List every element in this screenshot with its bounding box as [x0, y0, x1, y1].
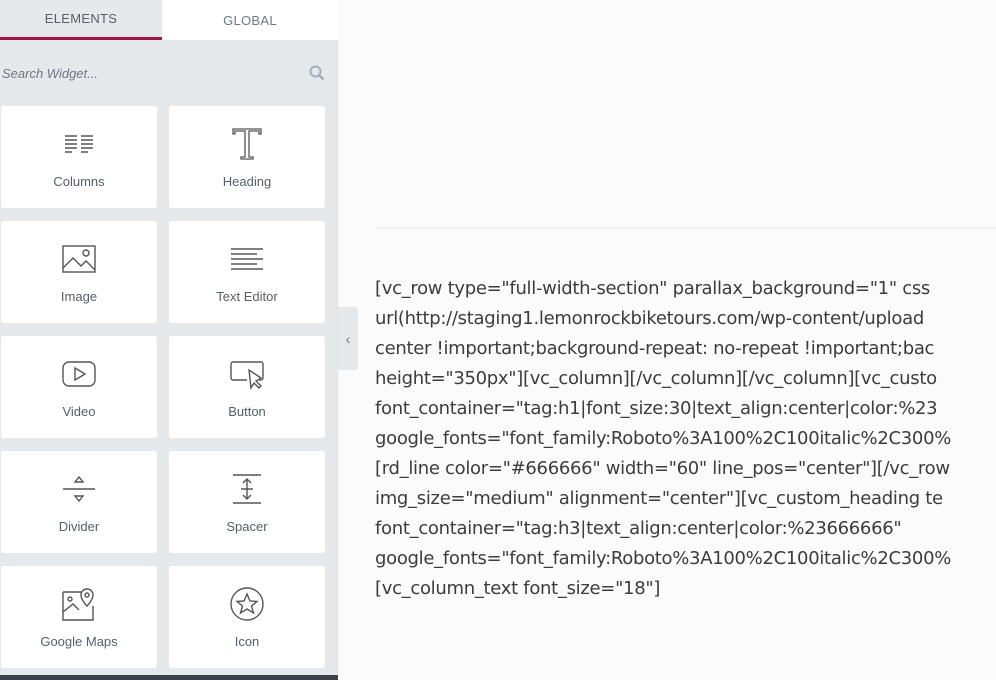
- widget-panel: ELEMENTS GLOBAL Columns Heading Image Te…: [0, 0, 338, 680]
- editor-canvas: [vc_row type="full-width-section" parall…: [359, 0, 996, 680]
- google-maps-icon: [62, 587, 94, 621]
- search-input[interactable]: [2, 65, 292, 81]
- code-line: [rd_line color="#666666" width="60" line…: [375, 458, 950, 479]
- code-line: google_fonts="font_family:Roboto%3A100%2…: [375, 548, 952, 569]
- image-icon: [62, 244, 96, 273]
- star-icon: [230, 586, 264, 621]
- tab-elements[interactable]: ELEMENTS: [0, 0, 162, 40]
- shortcode-text-block[interactable]: [vc_row type="full-width-section" parall…: [375, 274, 996, 604]
- widget-label: Image: [60, 288, 98, 304]
- widget-label: Text Editor: [216, 288, 278, 304]
- widget-heading[interactable]: Heading: [169, 106, 325, 208]
- text-editor-icon: [231, 247, 263, 270]
- widget-video[interactable]: Video: [1, 336, 157, 438]
- collapse-panel-button[interactable]: ‹: [338, 307, 358, 370]
- code-line: font_container="tag:h3|text_align:center…: [375, 518, 902, 539]
- code-line: height="350px"][vc_column][/vc_column][/…: [375, 368, 937, 389]
- widget-label: Columns: [53, 173, 105, 189]
- code-line: [vc_column_text font_size="18"]: [375, 578, 661, 599]
- code-line: font_container="tag:h1|font_size:30|text…: [375, 398, 938, 419]
- widget-spacer[interactable]: Spacer: [169, 451, 325, 553]
- widget-image[interactable]: Image: [1, 221, 157, 323]
- widget-label: Google Maps: [40, 633, 118, 649]
- widget-columns[interactable]: Columns: [1, 106, 157, 208]
- widget-label: Heading: [222, 173, 272, 189]
- code-line: img_size="medium" alignment="center"][vc…: [375, 488, 943, 509]
- widget-google-maps[interactable]: Google Maps: [1, 566, 157, 668]
- widget-label: Spacer: [226, 518, 268, 534]
- code-line: [vc_row type="full-width-section" parall…: [375, 278, 930, 299]
- search-icon[interactable]: [309, 65, 325, 81]
- columns-icon: [65, 134, 93, 153]
- code-line: center !important;background-repeat: no-…: [375, 338, 935, 359]
- button-icon: [230, 360, 264, 390]
- widget-divider[interactable]: Divider: [1, 451, 157, 553]
- code-line: url(http://staging1.lemonrockbiketours.c…: [375, 308, 924, 329]
- heading-icon: [232, 127, 262, 160]
- search-bar: [0, 40, 337, 106]
- divider-icon: [63, 475, 95, 502]
- chevron-left-icon: ‹: [345, 330, 351, 347]
- widget-button[interactable]: Button: [169, 336, 325, 438]
- tab-global[interactable]: GLOBAL: [162, 0, 338, 40]
- widget-label: Button: [228, 403, 266, 419]
- widget-icon[interactable]: Icon: [169, 566, 325, 668]
- spacer-icon: [233, 473, 261, 504]
- widget-text-editor[interactable]: Text Editor: [169, 221, 325, 323]
- widget-label: Video: [62, 403, 96, 419]
- panel-tabs: ELEMENTS GLOBAL: [0, 0, 338, 40]
- widget-label: Divider: [58, 518, 100, 534]
- section-divider: [375, 227, 996, 229]
- video-icon: [62, 360, 96, 387]
- widget-grid: Columns Heading Image Text Editor Video …: [1, 106, 325, 668]
- code-line: google_fonts="font_family:Roboto%3A100%2…: [375, 428, 952, 449]
- panel-footer: [0, 675, 338, 680]
- widget-label: Icon: [234, 633, 260, 649]
